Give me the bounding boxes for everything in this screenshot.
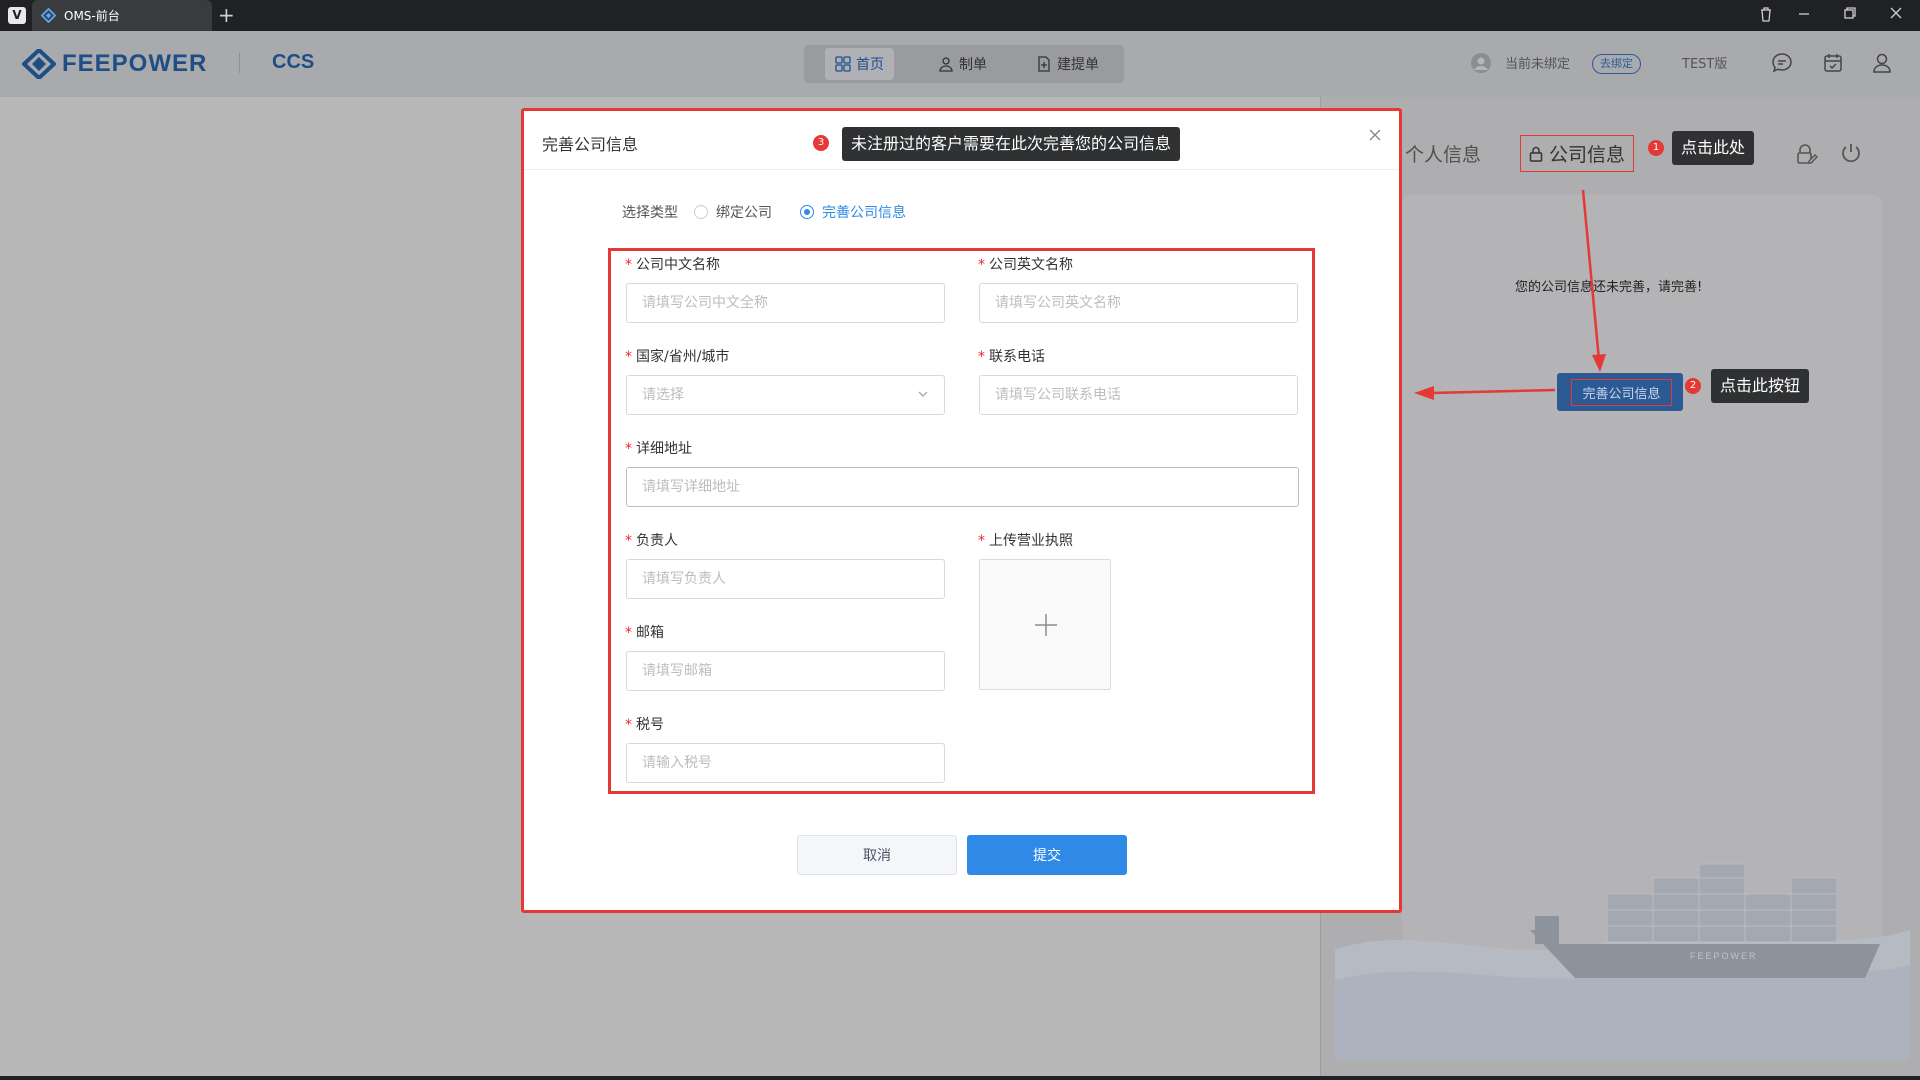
complete-company-dialog: 完善公司信息 选择类型 绑定公司 完善公司信息 * 公司中文名称 * 公司英文名称 … — [521, 108, 1402, 913]
phone-label: * 联系电话 — [978, 349, 1045, 365]
lock-icon — [1529, 146, 1543, 162]
nav-create-bl-label: 建提单 — [1057, 57, 1099, 73]
plus-icon — [1035, 614, 1057, 636]
cargo-ship-illustration: FEEPOWER — [1335, 863, 1910, 1060]
radio-bind-company[interactable] — [694, 205, 708, 219]
dialog-header-divider — [524, 169, 1399, 170]
callout-number-2: 2 — [1685, 378, 1701, 394]
nav-make-order-label: 制单 — [959, 57, 987, 73]
person-label: * 负责人 — [625, 533, 678, 549]
main-nav: 首页 制单 建提单 — [804, 45, 1124, 83]
grid-icon — [835, 56, 851, 72]
trash-icon[interactable] — [1754, 6, 1778, 26]
cn-name-label: * 公司中文名称 — [625, 257, 720, 273]
email-input[interactable]: 请填写邮箱 — [626, 651, 945, 691]
radio-complete-info-label[interactable]: 完善公司信息 — [822, 202, 906, 222]
avatar-icon — [1471, 53, 1491, 73]
company-form-highlight — [608, 248, 1315, 794]
calendar-icon[interactable] — [1822, 52, 1844, 74]
phone-input[interactable]: 请填写公司联系电话 — [979, 375, 1298, 415]
browser-titlebar: V OMS-前台 + — [0, 0, 1920, 31]
logo-divider — [239, 53, 240, 73]
restore-icon[interactable] — [1838, 6, 1862, 24]
en-name-label: * 公司英文名称 — [978, 257, 1073, 273]
add-file-icon — [1038, 56, 1050, 72]
region-select[interactable]: 请选择 — [626, 375, 945, 415]
cn-name-input[interactable]: 请填写公司中文全称 — [626, 283, 945, 323]
browser-logo-icon[interactable]: V — [8, 7, 26, 24]
address-input[interactable]: 请填写详细地址 — [626, 467, 1299, 507]
feepower-favicon-icon — [41, 8, 56, 23]
browser-tab[interactable]: OMS-前台 — [32, 0, 212, 31]
region-label: * 国家/省州/城市 — [625, 349, 730, 365]
nav-make-order[interactable]: 制单 — [928, 48, 997, 80]
type-label: 选择类型 — [622, 205, 678, 221]
region-select-placeholder: 请选择 — [642, 387, 684, 403]
callout-number-1: 1 — [1648, 140, 1664, 156]
browser-tab-title: OMS-前台 — [64, 9, 120, 23]
nav-home[interactable]: 首页 — [825, 48, 894, 80]
tab-company-info[interactable]: 公司信息 — [1520, 135, 1634, 172]
bottom-edge — [0, 1076, 1920, 1080]
callout-number-3: 3 — [813, 135, 829, 151]
logo-ccs: CCS — [272, 51, 315, 73]
license-label: * 上传营业执照 — [978, 533, 1073, 549]
close-window-icon[interactable] — [1884, 6, 1908, 24]
new-tab-button[interactable]: + — [218, 3, 235, 27]
address-label: * 详细地址 — [625, 441, 692, 457]
logo-text: FEEPOWER — [62, 50, 208, 77]
submit-button[interactable]: 提交 — [967, 835, 1127, 875]
email-label: * 邮箱 — [625, 625, 664, 641]
tax-input[interactable]: 请输入税号 — [626, 743, 945, 783]
message-icon[interactable] — [1771, 52, 1793, 74]
license-upload[interactable] — [979, 559, 1111, 690]
user-icon[interactable] — [1871, 52, 1893, 74]
dialog-title: 完善公司信息 — [542, 135, 639, 154]
user-doc-icon — [939, 57, 953, 72]
annotation-arrows — [1414, 189, 1606, 400]
bind-status-text: 当前未绑定 — [1505, 57, 1571, 72]
callout-tip-3: 未注册过的客户需要在此次完善您的公司信息 — [842, 127, 1181, 161]
chevron-down-icon — [918, 391, 928, 397]
callout-tip-1: 点击此处 — [1672, 131, 1755, 165]
edit-lock-icon[interactable] — [1796, 143, 1818, 165]
person-input[interactable]: 请填写负责人 — [626, 559, 945, 599]
radio-bind-company-label[interactable]: 绑定公司 — [716, 202, 772, 222]
minimize-icon[interactable] — [1792, 6, 1816, 24]
app-header: FEEPOWER CCS 首页 制单 建提单 当前未绑定 去绑定 TEST版 — [0, 31, 1920, 97]
dialog-close-icon[interactable] — [1369, 125, 1381, 146]
feepower-logo-icon — [22, 49, 56, 79]
version-label: TEST版 — [1682, 57, 1728, 72]
tab-personal-info[interactable]: 个人信息 — [1405, 140, 1481, 167]
tab-company-info-label: 公司信息 — [1548, 144, 1625, 166]
feepower-logo[interactable]: FEEPOWER — [22, 49, 207, 79]
type-selector: 选择类型 绑定公司 完善公司信息 — [622, 202, 906, 222]
radio-complete-info[interactable] — [800, 205, 814, 219]
callout-tip-2: 点击此按钮 — [1711, 369, 1810, 403]
cancel-button[interactable]: 取消 — [797, 835, 957, 875]
bind-button[interactable]: 去绑定 — [1592, 54, 1641, 74]
power-icon[interactable] — [1840, 142, 1862, 164]
en-name-input[interactable]: 请填写公司英文名称 — [979, 283, 1298, 323]
ship-text: FEEPOWER — [1690, 951, 1758, 961]
nav-home-label: 首页 — [856, 57, 884, 73]
tax-label: * 税号 — [625, 717, 664, 733]
nav-create-bl[interactable]: 建提单 — [1026, 48, 1109, 80]
